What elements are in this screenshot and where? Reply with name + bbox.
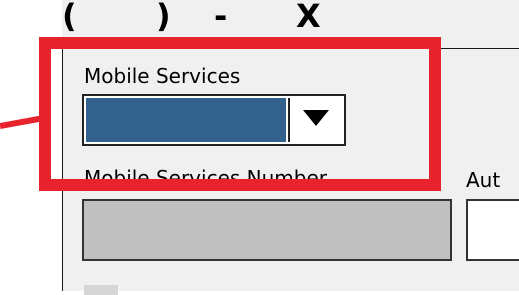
phone-close-paren: ) xyxy=(156,0,171,35)
auto-field-label: Aut xyxy=(466,168,501,192)
phone-dash: - xyxy=(214,0,228,35)
phone-open-paren: ( xyxy=(62,0,77,35)
phone-extension-mark: X xyxy=(296,0,321,35)
next-row-checkbox[interactable] xyxy=(84,285,118,295)
auto-field-input[interactable] xyxy=(466,199,519,261)
highlight-frame xyxy=(39,37,441,191)
mobile-number-field[interactable] xyxy=(82,199,452,261)
